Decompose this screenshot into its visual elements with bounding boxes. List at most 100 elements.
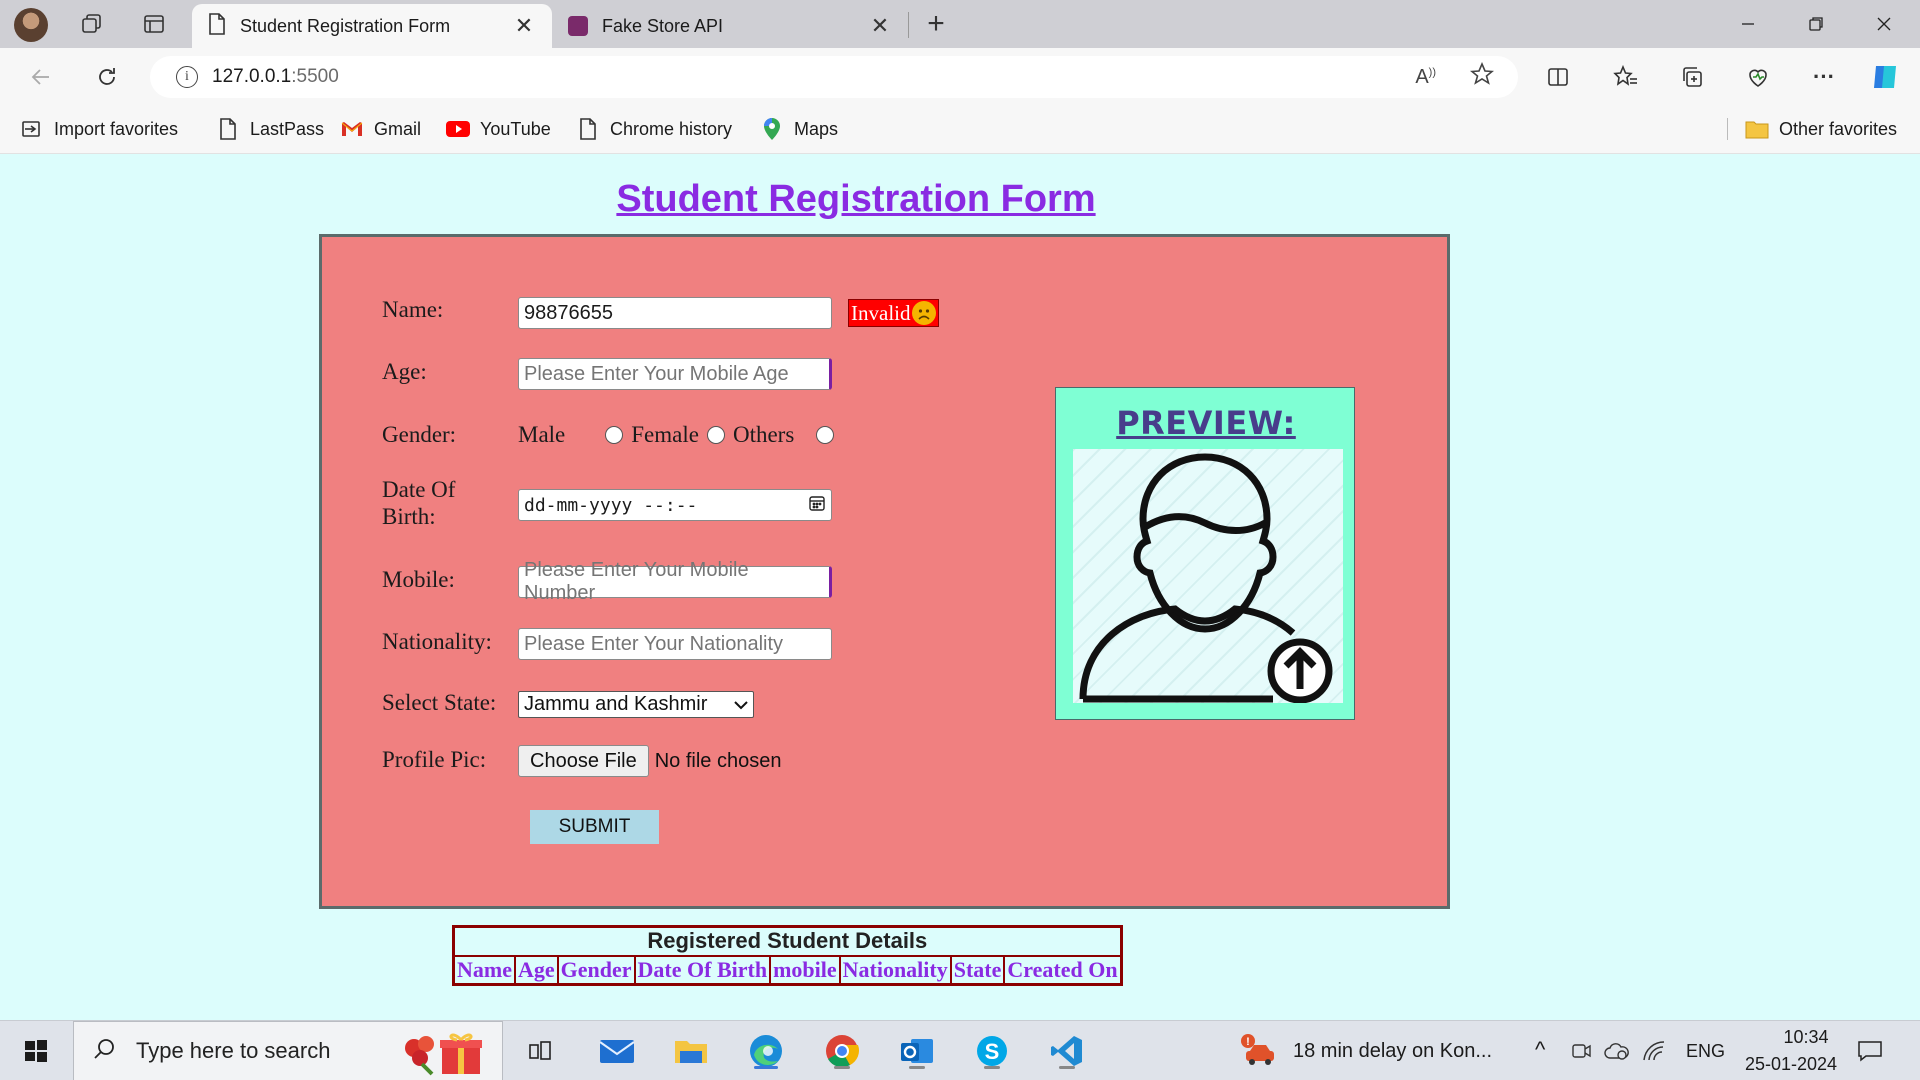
url-text: 127.0.0.1:5500: [212, 66, 339, 87]
close-tab-icon[interactable]: ✕: [512, 13, 536, 39]
wifi-icon[interactable]: [1634, 1031, 1674, 1071]
close-tab-icon[interactable]: ✕: [868, 13, 892, 39]
collections-icon[interactable]: [1675, 60, 1709, 94]
back-icon[interactable]: [24, 60, 58, 94]
notifications-icon[interactable]: [1850, 1031, 1890, 1071]
url-bar[interactable]: i 127.0.0.1:5500 A)): [150, 56, 1518, 98]
split-screen-icon[interactable]: [1541, 60, 1575, 94]
gender-options: Male Female Others: [518, 422, 850, 448]
vscode-icon[interactable]: [1047, 1031, 1087, 1071]
tab-student-registration[interactable]: Student Registration Form ✕: [192, 4, 552, 48]
submit-button[interactable]: SUBMIT: [530, 810, 659, 844]
age-input[interactable]: Please Enter Your Mobile Age: [518, 358, 832, 390]
favorites-bar: Import favorites LastPass Gmail YouTube …: [0, 104, 1920, 154]
restore-icon[interactable]: [1782, 0, 1850, 48]
browser-tab-bar: Student Registration Form ✕ Fake Store A…: [0, 0, 1920, 48]
minimize-icon[interactable]: [1714, 0, 1782, 48]
bookmark-label: LastPass: [250, 118, 325, 139]
bookmark-chrome-history[interactable]: Chrome history: [576, 114, 732, 144]
bookmark-import-favorites[interactable]: Import favorites: [20, 114, 178, 144]
mail-icon[interactable]: [597, 1031, 637, 1071]
onedrive-cloud-icon[interactable]: [1597, 1031, 1637, 1071]
state-label: Select State:: [382, 690, 497, 715]
column-header-gender: Gender: [556, 954, 636, 986]
bookmark-label: Gmail: [374, 118, 422, 139]
bookmark-label: Chrome history: [610, 118, 733, 139]
dob-input[interactable]: dd-mm-yyyy --:--: [518, 489, 832, 521]
name-label: Name:: [382, 297, 444, 322]
mobile-input[interactable]: Please Enter Your Mobile Number: [518, 559, 832, 604]
bookmark-maps[interactable]: Maps: [760, 114, 838, 144]
profile-avatar[interactable]: [14, 8, 48, 42]
chevron-up-icon[interactable]: ^: [1535, 1037, 1545, 1063]
state-select[interactable]: Jammu and Kashmir: [518, 691, 754, 718]
gift-bouquet-icon: [396, 1030, 488, 1080]
tab-fake-store[interactable]: Fake Store API ✕: [552, 4, 908, 48]
close-window-icon[interactable]: [1850, 0, 1918, 48]
bookmark-label: Maps: [794, 118, 839, 139]
site-icon: [568, 16, 588, 36]
dob-label-line1: Date Of: [382, 477, 456, 502]
read-aloud-icon[interactable]: A)): [1415, 66, 1436, 89]
chrome-icon[interactable]: [822, 1031, 862, 1071]
page-content: Student Registration Form Name: 98876655…: [6, 155, 1914, 1015]
browser-essentials-icon[interactable]: [1741, 60, 1775, 94]
column-header-created-on: Created On: [1003, 954, 1123, 986]
choose-file-button[interactable]: Choose File: [518, 745, 649, 777]
gender-label: Gender:: [382, 422, 457, 447]
outlook-icon[interactable]: [897, 1031, 937, 1071]
page-title: Student Registration Form: [616, 178, 1096, 220]
state-selected-value: Jammu and Kashmir: [524, 693, 708, 715]
site-info-icon[interactable]: i: [176, 66, 198, 88]
column-header-nationality: Nationality: [838, 954, 952, 986]
language-indicator[interactable]: ENG: [1686, 1041, 1725, 1062]
column-header-mobile: mobile: [769, 954, 841, 986]
column-header-age: Age: [513, 954, 559, 986]
svg-text:S: S: [985, 1039, 1000, 1064]
invalid-text: Invalid: [851, 300, 911, 325]
nationality-label: Nationality:: [382, 629, 492, 654]
copilot-icon[interactable]: [1868, 60, 1902, 94]
new-tab-icon[interactable]: +: [922, 7, 950, 40]
bookmark-lastpass[interactable]: LastPass: [216, 114, 324, 144]
task-view-icon[interactable]: [520, 1031, 560, 1071]
favorites-icon[interactable]: [1609, 60, 1643, 94]
workspaces-icon[interactable]: [78, 10, 106, 38]
preview-image[interactable]: [1073, 449, 1343, 704]
vertical-tabs-icon[interactable]: [140, 10, 168, 38]
youtube-icon: [446, 117, 470, 141]
bookmark-divider: [1727, 118, 1728, 140]
calendar-icon[interactable]: [808, 494, 826, 517]
profile-pic-input: Choose File No file chosen: [518, 745, 781, 777]
name-input[interactable]: 98876655: [518, 297, 832, 329]
nationality-input[interactable]: Please Enter Your Nationality: [518, 628, 832, 660]
invalid-badge: Invalid: [848, 299, 940, 327]
bookmark-youtube[interactable]: YouTube: [446, 114, 551, 144]
table-header-row: Name Age Gender Date Of Birth mobile Nat…: [452, 954, 1123, 986]
meet-now-icon[interactable]: [1562, 1031, 1602, 1071]
news-ticker[interactable]: 18 min delay on Kon...: [1293, 1040, 1492, 1063]
windows-taskbar: Type here to search S ! 18 min delay on …: [0, 1020, 1920, 1080]
taskbar-search[interactable]: Type here to search: [73, 1021, 503, 1080]
dob-placeholder: dd-mm-yyyy --:--: [524, 494, 698, 516]
clock-date[interactable]: 25-01-2024: [1734, 1054, 1848, 1075]
clock-time[interactable]: 10:34: [1762, 1027, 1850, 1048]
gender-male-radio[interactable]: [605, 426, 624, 444]
file-explorer-icon[interactable]: [671, 1031, 711, 1071]
gender-others-label: Others: [732, 422, 795, 447]
worried-face-icon: [912, 301, 937, 325]
favorite-star-icon[interactable]: [1469, 61, 1495, 92]
gender-female-radio[interactable]: [706, 426, 725, 444]
traffic-alert-icon[interactable]: !: [1240, 1031, 1280, 1071]
maps-icon: [760, 117, 784, 141]
svg-text:!: !: [1246, 1036, 1250, 1048]
edge-browser-icon[interactable]: [746, 1031, 786, 1071]
bookmark-other-favorites[interactable]: Other favorites: [1745, 114, 1897, 144]
windows-start-icon[interactable]: [16, 1031, 56, 1071]
more-options-icon[interactable]: ···: [1807, 60, 1841, 94]
gender-others-radio[interactable]: [816, 426, 835, 444]
refresh-icon[interactable]: [90, 60, 124, 94]
bookmark-gmail[interactable]: Gmail: [340, 114, 421, 144]
gmail-icon: [340, 117, 364, 141]
skype-icon[interactable]: S: [972, 1031, 1012, 1071]
